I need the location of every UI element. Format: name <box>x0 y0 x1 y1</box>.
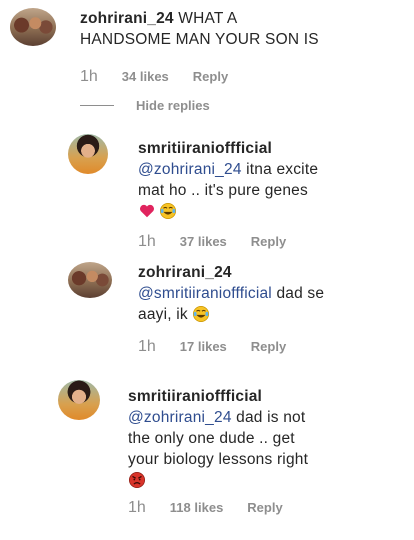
comment-body: WHAT A <box>178 10 238 27</box>
likes-count[interactable]: 34 likes <box>122 69 169 84</box>
comment-time: 1h <box>128 499 146 516</box>
comment-body: dad se <box>276 285 325 302</box>
likes-count[interactable]: 17 likes <box>180 339 227 354</box>
comment-time: 1h <box>80 68 98 85</box>
reply-button[interactable]: Reply <box>247 500 282 515</box>
comment-username[interactable]: smritiiranioffficial <box>138 140 272 157</box>
mention-link[interactable]: @zohrirani_24 <box>138 161 242 178</box>
comment-4-text: smritiiranioffficial @zohrirani_24 dad i… <box>128 386 308 491</box>
comment-body: mat ho .. it's pure genes <box>138 182 308 199</box>
comment-body: your biology lessons right <box>128 451 309 468</box>
likes-count[interactable]: 37 likes <box>180 234 227 249</box>
avatar-zohrirani[interactable] <box>68 262 112 298</box>
comment-body: the only one dude .. get <box>128 430 295 447</box>
comment-username[interactable]: zohrirani_24 <box>138 264 232 281</box>
comment-1-text: zohrirani_24 WHAT A HANDSOME MAN YOUR SO… <box>80 8 319 50</box>
tears-of-joy-emoji <box>193 305 210 323</box>
comment-body: dad is not <box>236 409 306 426</box>
comment-body: aayi, ik <box>138 306 188 323</box>
reply-button[interactable]: Reply <box>251 234 286 249</box>
reply-button[interactable]: Reply <box>251 339 286 354</box>
hide-replies-label[interactable]: Hide replies <box>136 98 210 113</box>
comment-4-meta: 1h 118 likes Reply <box>128 499 283 517</box>
comment-3-text: zohrirani_24 @smritiiranioffficial dad s… <box>138 262 324 325</box>
comment-3-meta: 1h 17 likes Reply <box>138 338 286 356</box>
comment-1-meta: 1h 34 likes Reply <box>80 68 228 86</box>
reply-button[interactable]: Reply <box>193 69 228 84</box>
comment-2-text: smritiiranioffficial @zohrirani_24 itna … <box>138 138 318 222</box>
angry-face-emoji <box>128 471 146 489</box>
comment-2-meta: 1h 37 likes Reply <box>138 233 286 251</box>
avatar-smriti[interactable] <box>58 380 100 420</box>
avatar-zohrirani[interactable] <box>10 8 56 46</box>
comment-username[interactable]: smritiiranioffficial <box>128 388 262 405</box>
mention-link[interactable]: @smritiiranioffficial <box>138 285 272 302</box>
comment-time: 1h <box>138 233 156 250</box>
hide-replies-button[interactable]: Hide replies <box>80 98 210 113</box>
comment-body: itna excite <box>246 161 319 178</box>
tears-of-joy-emoji <box>159 202 177 220</box>
comment-time: 1h <box>138 338 156 355</box>
divider-line <box>80 105 114 106</box>
mention-link[interactable]: @zohrirani_24 <box>128 409 232 426</box>
likes-count[interactable]: 118 likes <box>170 500 224 515</box>
heart-emoji <box>139 204 155 218</box>
comment-body: HANDSOME MAN YOUR SON IS <box>80 31 319 48</box>
comment-username[interactable]: zohrirani_24 <box>80 10 174 27</box>
avatar-smriti[interactable] <box>68 134 108 174</box>
